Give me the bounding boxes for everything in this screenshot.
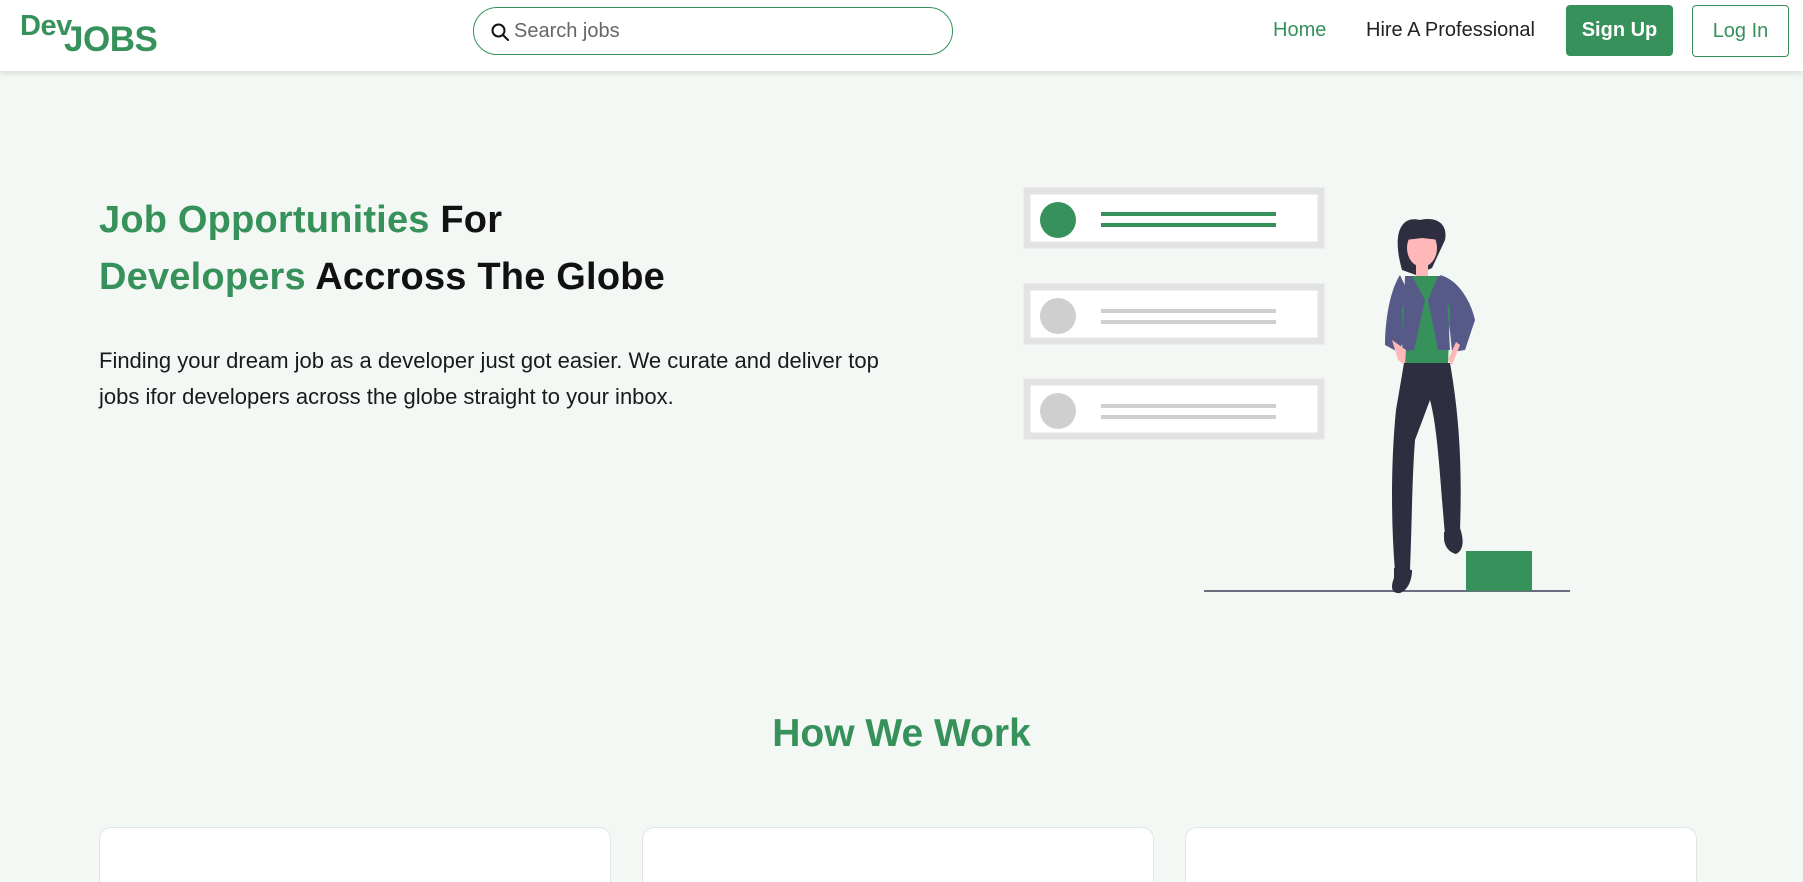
hero-title-accent-1: Job Opportunities bbox=[99, 199, 430, 241]
how-we-work-card bbox=[642, 827, 1154, 882]
job-card bbox=[1023, 378, 1325, 440]
hero-illustration bbox=[1023, 187, 1570, 594]
hero-title-dark-2: Accross The Globe bbox=[315, 256, 665, 298]
logo[interactable]: Dev JOBS bbox=[20, 10, 170, 59]
nav-link-home[interactable]: Home bbox=[1273, 19, 1326, 42]
hero-title-accent-2: Developers bbox=[99, 256, 306, 298]
logo-jobs: JOBS bbox=[64, 20, 158, 59]
hero-description: Finding your dream job as a developer ju… bbox=[99, 348, 879, 409]
signup-button[interactable]: Sign Up bbox=[1566, 5, 1673, 56]
how-we-work-card bbox=[99, 827, 611, 882]
woman-figure bbox=[1385, 219, 1475, 594]
job-card bbox=[1023, 283, 1325, 345]
nav-link-hire-professional[interactable]: Hire A Professional bbox=[1366, 19, 1535, 42]
login-button[interactable]: Log In bbox=[1692, 5, 1789, 57]
hero-title: Job Opportunities For Developers Accross… bbox=[99, 192, 799, 306]
hero-title-dark-1: For bbox=[440, 199, 503, 241]
search-bar[interactable] bbox=[473, 7, 953, 55]
how-we-work-title: How We Work bbox=[772, 712, 1031, 755]
search-icon bbox=[491, 23, 509, 41]
how-we-work-card bbox=[1185, 827, 1697, 882]
job-card-highlighted bbox=[1023, 187, 1325, 249]
search-input[interactable] bbox=[514, 14, 934, 48]
navbar: Dev JOBS Home Hire A Professional Sign U… bbox=[0, 0, 1803, 71]
